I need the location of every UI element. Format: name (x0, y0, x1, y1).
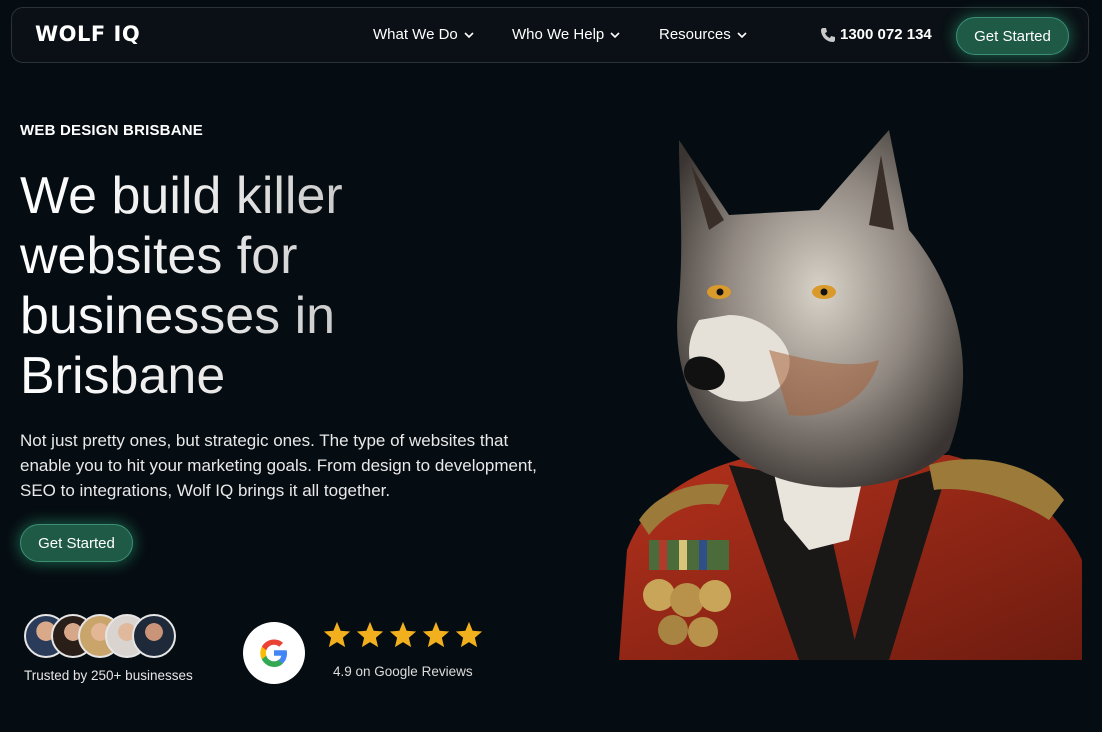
hero-get-started-button[interactable]: Get Started (20, 524, 133, 562)
menu-what-we-do[interactable]: What We Do (373, 26, 474, 43)
star-icon (422, 621, 450, 648)
hero-description: Not just pretty ones, but strategic ones… (20, 431, 537, 500)
rating-stars (322, 620, 484, 650)
eyebrow: WEB DESIGN BRISBANE (20, 122, 203, 139)
headline-line: Brisbane (20, 347, 226, 405)
phone-link[interactable]: 1300 072 134 (820, 26, 932, 43)
google-logo-icon (243, 622, 305, 684)
menu-label: Who We Help (512, 26, 605, 43)
star-icon (389, 621, 417, 648)
menu-resources[interactable]: Resources (659, 26, 747, 43)
headline-line: websites for (20, 227, 298, 285)
phone-number: 1300 072 134 (840, 26, 932, 43)
nav-get-started-button[interactable]: Get Started (956, 17, 1069, 55)
google-rating-text: 4.9 on Google Reviews (333, 664, 473, 679)
client-avatars (24, 614, 176, 658)
menu-label: What We Do (373, 26, 458, 43)
page-title: We build killer websites for businesses … (20, 166, 580, 406)
headline-line: We build killer (20, 167, 343, 225)
logo[interactable]: WOLF IQ (35, 22, 140, 46)
wolf-hero-image (619, 130, 1082, 660)
chevron-down-icon (610, 31, 620, 38)
trusted-text: Trusted by 250+ businesses (24, 668, 193, 683)
menu-label: Resources (659, 26, 731, 43)
top-nav: WOLF IQ What We Do Who We Help Resources… (11, 7, 1089, 63)
headline-line: businesses in (20, 287, 336, 345)
avatar (132, 614, 176, 658)
star-icon (323, 621, 351, 648)
chevron-down-icon (464, 31, 474, 38)
menu-who-we-help[interactable]: Who We Help (512, 26, 620, 43)
chevron-down-icon (737, 31, 747, 38)
phone-icon (821, 27, 835, 42)
star-icon (356, 621, 384, 648)
star-icon (455, 621, 483, 648)
